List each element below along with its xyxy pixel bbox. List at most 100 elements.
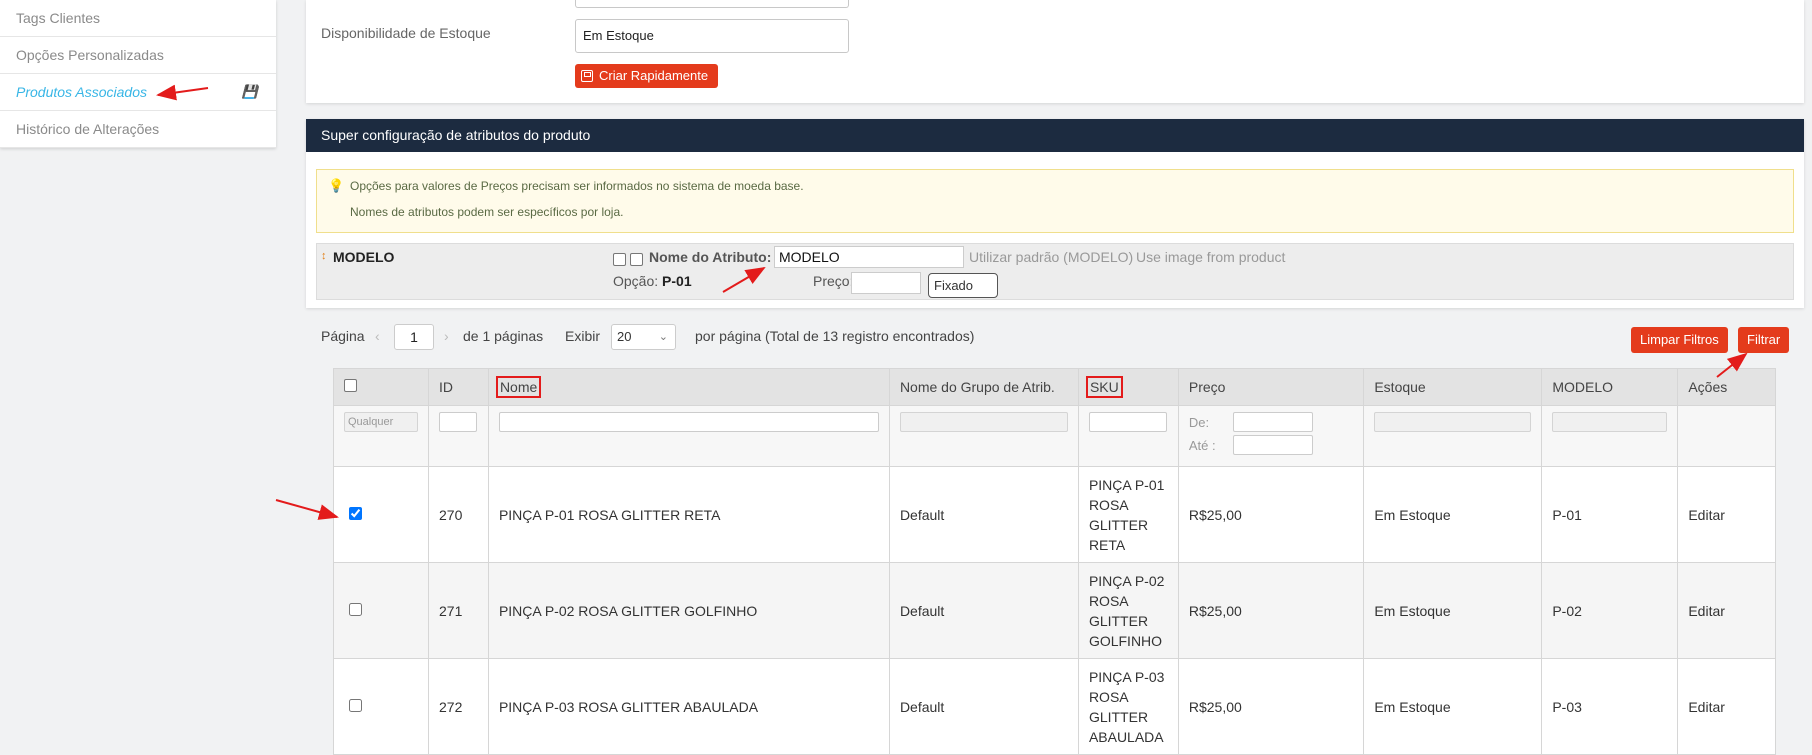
cell-id: 270 — [428, 466, 489, 563]
row-checkbox[interactable] — [349, 602, 362, 616]
col-sku[interactable]: SKU — [1077, 368, 1179, 406]
save-icon: 💾 — [241, 84, 258, 99]
filter-cell — [1077, 405, 1179, 467]
per-page-select[interactable]: 20 ⌄ — [611, 324, 676, 350]
cell-sku: PINÇA P-03 ROSA GLITTER ABAULADA — [1077, 658, 1179, 755]
attribute-checkbox-1[interactable] — [613, 253, 626, 266]
sidebar-item-label: Produtos Associados — [16, 84, 147, 100]
sidebar-item-opcoes-personalizadas[interactable]: Opções Personalizadas — [0, 37, 276, 74]
cell-model: P-01 — [1541, 466, 1679, 563]
col-name[interactable]: Nome — [487, 368, 890, 406]
sidebar-item-produtos-associados[interactable]: Produtos Associados 💾 — [0, 74, 276, 111]
show-label: Exibir — [565, 328, 601, 344]
notice-box: 💡 Opções para valores de Preços precisam… — [316, 169, 1794, 233]
table-row[interactable]: 272 PINÇA P-03 ROSA GLITTER ABAULADA Defau… — [333, 658, 1776, 755]
cell-action[interactable]: Editar — [1677, 466, 1776, 563]
total-records: por página (Total de 13 registro encontr… — [695, 328, 975, 344]
price-from-label: De: — [1188, 414, 1210, 430]
cell-model: P-03 — [1541, 658, 1679, 755]
filter-cell — [888, 405, 1079, 467]
cell-price: R$25,00 — [1177, 562, 1365, 659]
chevron-down-icon: ⌄ — [658, 331, 668, 343]
table-row[interactable]: 271 PINÇA P-02 ROSA GLITTER GOLFINHO Defau… — [333, 562, 1776, 659]
notice-line-2: Nomes de atributos podem ser específicos… — [350, 205, 624, 219]
product-form-panel: Disponibilidade de Estoque Em Estoque Cr… — [306, 0, 1804, 103]
save-icon — [581, 70, 593, 82]
prev-page-icon[interactable]: ‹ — [375, 328, 380, 344]
per-page-value: 20 — [617, 329, 632, 344]
col-model[interactable]: MODELO — [1541, 368, 1679, 406]
row-checkbox[interactable] — [349, 698, 362, 712]
cell-price: R$25,00 — [1177, 466, 1365, 563]
cell-stock: Em Estoque — [1363, 562, 1543, 659]
cell-action[interactable]: Editar — [1677, 658, 1776, 755]
super-config-panel: Super configuração de atributos do produ… — [306, 119, 1804, 308]
use-default-label[interactable]: Utilizar padrão (MODELO) — [969, 249, 1133, 265]
cell-stock: Em Estoque — [1363, 466, 1543, 563]
page-count: de 1 páginas — [463, 328, 544, 344]
lightbulb-icon: 💡 — [328, 178, 345, 193]
model-filter-select[interactable] — [1552, 412, 1668, 432]
col-sku-label: SKU — [1085, 376, 1123, 398]
col-id[interactable]: ID — [428, 368, 489, 406]
cell-sku: PINÇA P-01 ROSA GLITTER RETA — [1077, 466, 1179, 563]
filter-cell — [428, 405, 489, 467]
id-filter-input[interactable] — [439, 412, 477, 432]
price-to-label: Até : — [1188, 437, 1216, 453]
cell-attr-group: Default — [888, 658, 1079, 755]
attr-group-filter-input[interactable] — [899, 412, 1068, 432]
sku-filter-input[interactable] — [1088, 412, 1167, 432]
name-filter-input[interactable] — [498, 412, 879, 432]
notice-line-1: Opções para valores de Preços precisam s… — [350, 179, 804, 193]
sort-handle-icon[interactable]: ↕ — [321, 250, 327, 262]
filter-button[interactable]: Filtrar — [1738, 327, 1790, 353]
price-input[interactable] — [851, 272, 921, 294]
price-label: Preço: — [813, 273, 854, 289]
any-filter-select[interactable]: Qualquer — [344, 412, 418, 432]
page-input[interactable]: 1 — [394, 324, 434, 350]
cell-sku: PINÇA P-02 ROSA GLITTER GOLFINHO — [1077, 562, 1179, 659]
use-image-label[interactable]: Use image from product — [1136, 249, 1285, 265]
filter-cell: Qualquer — [333, 405, 429, 467]
cell-attr-group: Default — [888, 466, 1079, 563]
price-type-select[interactable]: Fixado — [928, 273, 998, 298]
price-to-input[interactable] — [1232, 435, 1313, 455]
cell-name: PINÇA P-03 ROSA GLITTER ABAULADA — [487, 658, 890, 755]
clear-filters-button[interactable]: Limpar Filtros — [1631, 327, 1728, 353]
filter-cell — [1677, 405, 1776, 467]
price-from-row: De: — [1189, 412, 1353, 432]
sidebar-item-tags-clientes[interactable]: Tags Clientes — [0, 0, 276, 37]
page-label: Página — [321, 328, 365, 344]
row-select-cell — [333, 466, 429, 563]
previous-field-input[interactable] — [575, 0, 849, 8]
row-select-cell — [333, 562, 429, 659]
attribute-name-input[interactable]: MODELO — [774, 246, 964, 268]
sidebar-item-historico[interactable]: Histórico de Alterações — [0, 111, 276, 148]
price-to-row: Até : — [1189, 435, 1353, 455]
filter-cell — [1541, 405, 1679, 467]
quick-create-button[interactable]: Criar Rapidamente — [575, 64, 719, 88]
option-value: P-01 — [662, 273, 692, 289]
super-config-title: Super configuração de atributos do produ… — [306, 119, 1804, 152]
col-price[interactable]: Preço — [1177, 368, 1365, 406]
option-label-text: Opção: — [613, 273, 659, 289]
sidebar-item-label: Opções Personalizadas — [16, 47, 164, 63]
cell-attr-group: Default — [888, 562, 1079, 659]
sidebar-item-label: Tags Clientes — [16, 10, 101, 26]
attribute-checkbox-2[interactable] — [630, 253, 643, 266]
col-stock[interactable]: Estoque — [1363, 368, 1543, 406]
price-from-input[interactable] — [1232, 412, 1313, 432]
select-all-header — [333, 368, 429, 406]
stock-filter-select[interactable] — [1374, 412, 1532, 432]
next-page-icon[interactable]: › — [444, 328, 449, 344]
cell-action[interactable]: Editar — [1677, 562, 1776, 659]
sidebar-item-label: Histórico de Alterações — [16, 121, 160, 137]
col-attr-group[interactable]: Nome do Grupo de Atrib. — [888, 368, 1079, 406]
row-select-cell — [333, 658, 429, 755]
stock-availability-select[interactable]: Em Estoque — [575, 19, 849, 53]
row-checkbox[interactable] — [349, 506, 362, 520]
cell-stock: Em Estoque — [1363, 658, 1543, 755]
cell-price: R$25,00 — [1177, 658, 1365, 755]
table-row[interactable]: 270 PINÇA P-01 ROSA GLITTER RETA Default PI… — [333, 466, 1776, 563]
select-all-checkbox[interactable] — [344, 379, 357, 392]
